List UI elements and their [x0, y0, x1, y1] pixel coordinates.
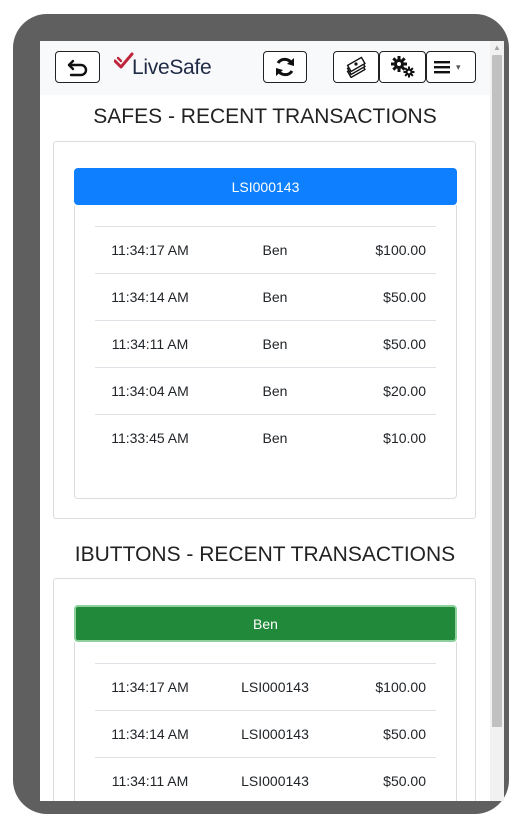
transaction-amount: $50.00	[383, 773, 426, 789]
transaction-amount: $10.00	[383, 430, 426, 446]
transaction-user: Ben	[262, 383, 288, 399]
ibutton-group-header[interactable]: Ben	[74, 605, 457, 642]
transaction-time: 11:34:04 AM	[111, 383, 189, 399]
transaction-amount: $50.00	[383, 336, 426, 352]
table-row: 11:34:14 AM LSI000143 $50.00	[95, 710, 436, 757]
gears-icon	[390, 56, 414, 78]
transaction-amount: $100.00	[375, 679, 426, 695]
transaction-user: Ben	[262, 242, 288, 258]
menu-dropdown-button[interactable]: ▾	[426, 51, 476, 83]
transaction-amount: $50.00	[383, 726, 426, 742]
transaction-safe: LSI000143	[241, 726, 309, 742]
transaction-user: Ben	[262, 289, 288, 305]
transaction-safe: LSI000143	[241, 773, 309, 789]
transaction-time: 11:34:11 AM	[111, 336, 189, 352]
ibuttons-card: Ben 11:34:17 AM LSI000143 $100.00 11:34:…	[53, 578, 476, 801]
scroll-up-arrow-icon[interactable]: ▲	[490, 43, 504, 53]
safe-group-header[interactable]: LSI000143	[74, 168, 457, 205]
refresh-button[interactable]	[263, 51, 307, 83]
table-row: 11:34:04 AM Ben $20.00	[95, 367, 436, 414]
back-arrow-icon	[67, 59, 87, 77]
chevron-down-icon: ▾	[456, 61, 461, 72]
app-screen: LiveSafe ▾ SAFES - RECENT TRANSACTIONS L…	[40, 41, 490, 801]
table-row: 11:34:14 AM Ben $50.00	[95, 273, 436, 320]
safes-section-title: SAFES - RECENT TRANSACTIONS	[93, 105, 437, 128]
transaction-time: 11:33:45 AM	[111, 430, 189, 446]
safe-transactions-panel: 11:34:17 AM Ben $100.00 11:34:14 AM Ben …	[74, 205, 457, 499]
transaction-user: Ben	[262, 430, 288, 446]
back-button[interactable]	[55, 51, 100, 83]
brand-name: LiveSafe	[132, 56, 212, 79]
table-row: 11:34:17 AM LSI000143 $100.00	[95, 663, 436, 710]
safes-card: LSI000143 11:34:17 AM Ben $100.00 11:34:…	[53, 141, 476, 519]
transaction-amount: $50.00	[383, 289, 426, 305]
cash-button[interactable]	[333, 51, 379, 83]
vertical-scrollbar[interactable]: ▲	[490, 41, 504, 801]
table-row: 11:34:17 AM Ben $100.00	[95, 226, 436, 273]
transaction-time: 11:34:17 AM	[111, 242, 189, 258]
table-row: 11:33:45 AM Ben $10.00	[95, 414, 436, 461]
transaction-time: 11:34:14 AM	[111, 289, 189, 305]
scrollbar-thumb[interactable]	[492, 55, 502, 727]
refresh-icon	[276, 57, 294, 77]
settings-button[interactable]	[379, 51, 426, 83]
transaction-user: Ben	[262, 336, 288, 352]
transaction-amount: $100.00	[375, 242, 426, 258]
transaction-time: 11:34:14 AM	[111, 726, 189, 742]
table-row: 11:34:11 AM LSI000143 $50.00	[95, 757, 436, 801]
top-toolbar: LiveSafe ▾	[40, 41, 490, 95]
ibuttons-section-title: IBUTTONS - RECENT TRANSACTIONS	[74, 543, 456, 566]
table-row: 11:34:11 AM Ben $50.00	[95, 320, 436, 367]
ibutton-group-label: Ben	[253, 615, 278, 632]
money-stack-icon	[346, 56, 366, 78]
hamburger-menu-icon	[434, 61, 450, 74]
transaction-safe: LSI000143	[241, 679, 309, 695]
ibutton-transactions-panel: 11:34:17 AM LSI000143 $100.00 11:34:14 A…	[74, 642, 457, 801]
livesafe-logo: LiveSafe	[114, 52, 212, 84]
transaction-amount: $20.00	[383, 383, 426, 399]
checkmark-logo-icon	[114, 52, 134, 69]
safe-group-label: LSI000143	[231, 178, 300, 195]
transaction-time: 11:34:17 AM	[111, 679, 189, 695]
transaction-time: 11:34:11 AM	[111, 773, 189, 789]
